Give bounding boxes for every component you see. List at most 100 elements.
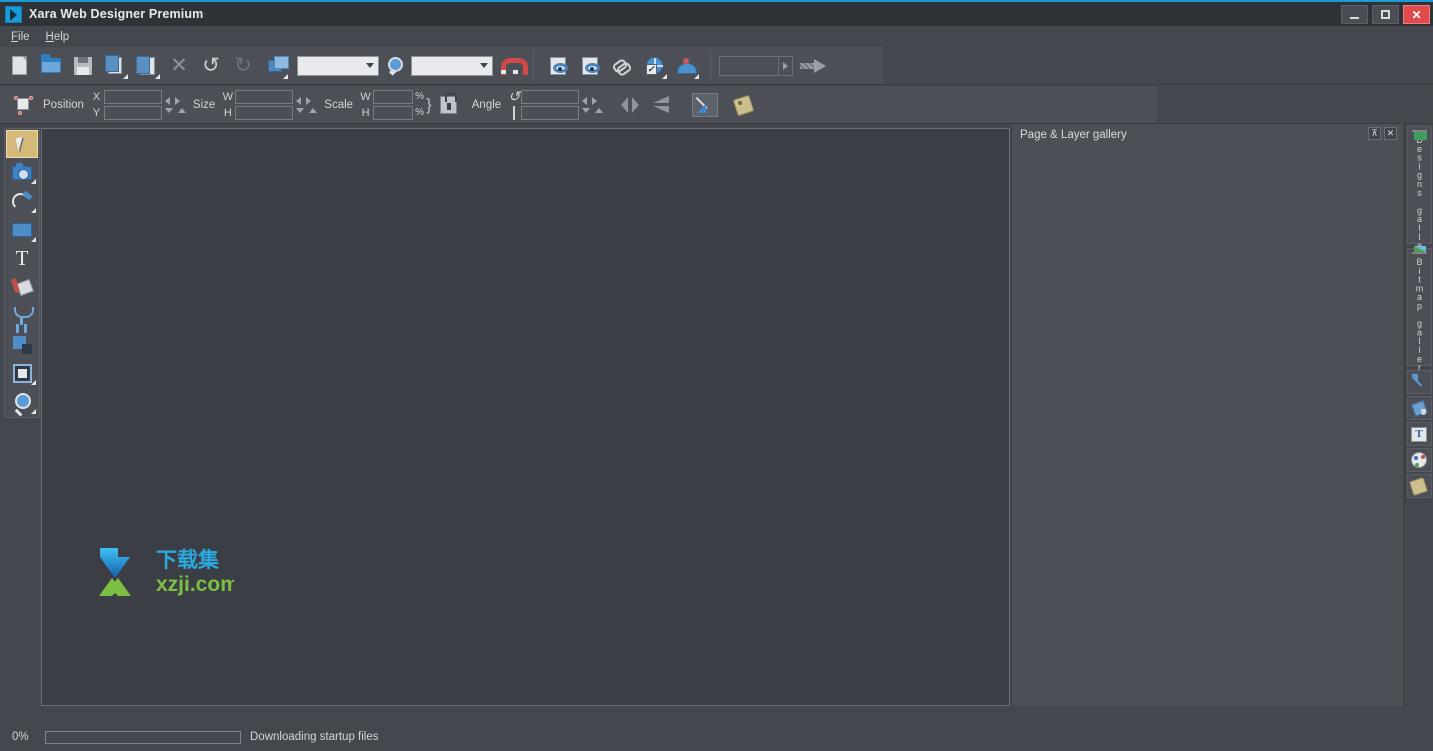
zoom-tool-toolbar-button[interactable] [380, 51, 410, 81]
flip-horizontal-button[interactable] [617, 93, 643, 117]
freehand-tool[interactable] [6, 187, 38, 215]
close-panel-button[interactable]: ✕ [1384, 127, 1397, 140]
save-document-button[interactable] [68, 51, 98, 81]
fill-tool[interactable] [6, 274, 38, 302]
publish-website-button[interactable] [671, 51, 701, 81]
flip-vertical-button[interactable] [649, 93, 675, 117]
view-group [294, 51, 528, 81]
undo-button[interactable]: ↺ [196, 51, 226, 81]
menu-bar: File Help [0, 26, 1433, 47]
scale-h-input[interactable] [373, 105, 414, 120]
zoom-level-combo[interactable] [411, 55, 493, 76]
selector-arrow-icon [15, 135, 29, 152]
position-label: Position [43, 98, 84, 111]
paste-icon [135, 55, 155, 75]
menu-item-help[interactable]: Help [46, 29, 79, 45]
maximize-button[interactable] [1372, 5, 1399, 24]
live-effects-tool[interactable] [6, 360, 38, 388]
rotate-angle-input[interactable] [521, 89, 580, 104]
scale-w-unit: % [415, 91, 424, 102]
designs-gallery-icon [1411, 130, 1427, 140]
fill-gallery-button[interactable] [1406, 396, 1432, 420]
size-h-input[interactable] [235, 105, 294, 120]
lock-aspect-ratio-button[interactable] [436, 92, 462, 117]
transparency-tool[interactable] [6, 302, 38, 330]
redo-button[interactable]: ↻ [228, 51, 258, 81]
angle-label: Angle [471, 98, 502, 111]
paste-button[interactable] [132, 51, 162, 81]
main-toolbar: ✕ ↺ ↻ ✓ [0, 47, 883, 85]
size-fields: W H [222, 89, 294, 120]
go-button[interactable] [794, 51, 832, 81]
status-message: Downloading startup files [250, 731, 379, 743]
photo-tool[interactable] [6, 159, 38, 187]
size-w-input[interactable] [235, 89, 294, 104]
position-x-input[interactable] [103, 89, 162, 104]
address-dropdown-button[interactable] [779, 55, 793, 76]
arrange-button[interactable] [260, 51, 290, 81]
window-title: Xara Web Designer Premium [29, 7, 204, 21]
magnifier-icon [13, 392, 32, 412]
close-icon: ✕ [1411, 7, 1422, 22]
rotate-icon: ↺ [508, 88, 520, 104]
font-gallery-button[interactable]: T [1406, 422, 1432, 446]
bitmap-gallery-tab[interactable]: Bitmap gallery [1406, 246, 1432, 380]
gallery-content-area[interactable] [1012, 146, 1403, 706]
tool-box: T [4, 128, 40, 418]
magnet-snap-icon [500, 57, 528, 75]
scale-brace: } [426, 94, 432, 114]
scale-w-input[interactable] [373, 89, 414, 104]
object-name-button[interactable] [731, 93, 757, 117]
lock-aspect-ratio-icon [440, 92, 458, 114]
name-gallery-button[interactable] [1406, 474, 1432, 498]
designs-gallery-tab[interactable]: Designs gallery [1406, 126, 1432, 267]
skew-angle-input[interactable] [521, 106, 580, 120]
chevron-down-icon [366, 63, 374, 68]
font-text-icon: T [1411, 426, 1427, 442]
quality-combo[interactable] [297, 55, 379, 76]
toolbar-separator [533, 50, 534, 81]
shadow-tool-icon [12, 335, 32, 354]
zoom-tool-icon [387, 57, 404, 74]
text-tool[interactable]: T [6, 245, 38, 273]
address-group [716, 51, 836, 81]
close-button[interactable]: ✕ [1403, 5, 1430, 24]
link-chain-icon [613, 58, 631, 74]
copy-button[interactable] [100, 51, 130, 81]
scale-gallery-button[interactable] [1406, 370, 1432, 394]
web-properties-button[interactable]: ✓ [639, 51, 669, 81]
minimize-button[interactable] [1341, 5, 1368, 24]
position-fields: X Y [91, 89, 162, 120]
address-input[interactable] [719, 55, 779, 76]
shadow-tool[interactable] [6, 331, 38, 359]
line-arrow-icon [696, 96, 714, 114]
angle-spinners[interactable] [582, 96, 604, 113]
redo-arrow-icon: ↻ [234, 54, 252, 77]
new-document-button[interactable] [4, 51, 34, 81]
size-w-label: W [222, 90, 233, 103]
position-y-input[interactable] [103, 105, 162, 120]
preview-website-button[interactable] [575, 51, 605, 81]
line-arrow-button[interactable] [692, 92, 719, 117]
size-label: Size [192, 98, 216, 111]
scale-fields: W % H % [360, 89, 425, 120]
delete-button[interactable]: ✕ [164, 51, 194, 81]
snap-to-objects-button[interactable] [494, 51, 528, 81]
position-spinners[interactable] [164, 96, 186, 113]
document-canvas[interactable]: 下载集 xzji.com [41, 128, 1010, 706]
pin-panel-button[interactable]: ⊼ [1368, 127, 1381, 140]
selector-tool[interactable] [6, 130, 38, 158]
open-document-button[interactable] [36, 51, 66, 81]
menu-item-file[interactable]: File [11, 29, 39, 45]
minimize-icon [1350, 16, 1359, 19]
live-effects-icon [12, 363, 32, 383]
web-link-button[interactable] [607, 51, 637, 81]
rectangle-tool[interactable] [6, 216, 38, 244]
preview-page-button[interactable] [543, 51, 573, 81]
size-spinners[interactable] [296, 96, 318, 113]
zoom-tool[interactable] [6, 388, 38, 416]
color-gallery-button[interactable] [1406, 448, 1432, 472]
application-window: Xara Web Designer Premium ✕ File Help ✕ … [0, 0, 1433, 751]
preview-website-eye-icon [582, 56, 600, 75]
angle-fields: ↺ [508, 88, 580, 120]
